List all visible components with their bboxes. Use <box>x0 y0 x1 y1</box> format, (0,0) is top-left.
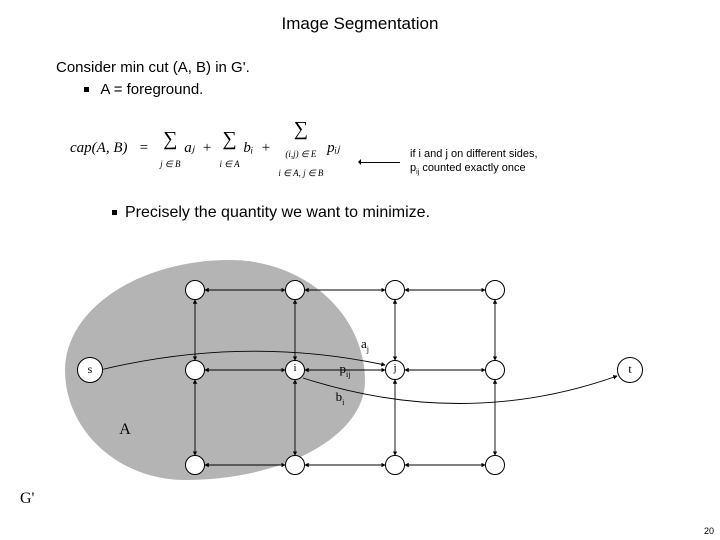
grid-node <box>485 280 505 300</box>
grid-node <box>185 360 205 380</box>
arrow-to-note-icon <box>360 162 400 163</box>
node-s: s <box>77 357 103 383</box>
grid-node <box>385 455 405 475</box>
label-pij: pij <box>340 361 351 379</box>
label-bi: bi <box>336 389 345 407</box>
formula-cap: cap(A, B) = ∑ j ∈ B aⱼ + ∑ i ∈ A bᵢ + ∑ … <box>70 118 340 179</box>
node-j: j <box>385 360 405 380</box>
slide-title: Image Segmentation <box>0 0 720 34</box>
graph-diagram: s t i j aj pij bi A <box>45 270 675 510</box>
grid-node <box>185 455 205 475</box>
grid-node <box>185 280 205 300</box>
note-sides: if i and j on different sides, pij pij c… <box>410 148 538 178</box>
node-i: i <box>285 360 305 380</box>
line-consider: Consider min cut (A, B) in G'. <box>56 58 676 78</box>
label-aj: aj <box>361 336 369 354</box>
node-t: t <box>617 357 643 383</box>
slide-body: Consider min cut (A, B) in G'. A = foreg… <box>56 58 676 99</box>
graph-edges <box>45 270 675 510</box>
grid-node <box>385 280 405 300</box>
grid-node <box>285 280 305 300</box>
page-number: 20 <box>704 526 714 536</box>
grid-node <box>285 455 305 475</box>
bullet-foreground: A = foreground. <box>84 80 676 100</box>
bullet-precisely: Precisely the quantity we want to minimi… <box>84 202 430 222</box>
grid-node <box>485 360 505 380</box>
label-Gprime: G' <box>20 490 34 508</box>
grid-node <box>485 455 505 475</box>
label-A: A <box>119 421 131 439</box>
